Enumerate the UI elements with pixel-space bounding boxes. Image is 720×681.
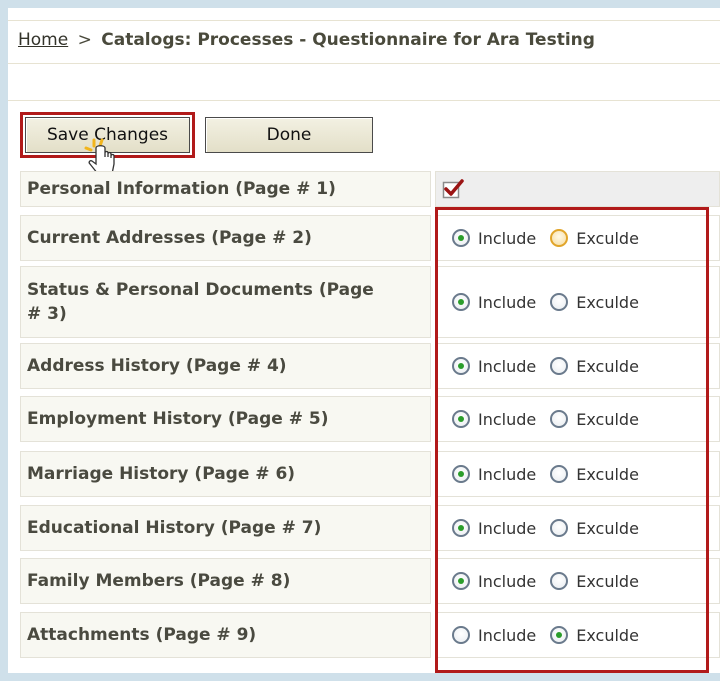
include-label: Include <box>478 356 537 376</box>
radio-exclude[interactable] <box>550 293 569 311</box>
breadcrumb-separator: > <box>77 30 92 50</box>
toolbar-divider <box>8 100 720 108</box>
include-label: Include <box>478 625 537 645</box>
row-label-educational-history: Educational History (Page # 7) <box>20 505 431 551</box>
include-label: Include <box>478 464 537 484</box>
radio-exclude[interactable] <box>550 572 569 590</box>
radio-exclude[interactable] <box>550 519 569 537</box>
breadcrumb-home-link[interactable]: Home <box>18 30 68 50</box>
row-options-personal-information <box>435 171 720 207</box>
exclude-label: Exculde <box>576 571 639 591</box>
radio-include[interactable] <box>452 519 470 537</box>
radio-exclude[interactable] <box>550 229 569 247</box>
include-label: Include <box>478 518 537 538</box>
exclude-label: Exculde <box>576 228 639 248</box>
radio-include[interactable] <box>452 229 470 247</box>
row-options-status-personal-documents: Include Exculde <box>435 266 720 338</box>
exclude-label: Exculde <box>576 464 639 484</box>
row-options-family-members: Include Exculde <box>435 558 720 604</box>
row-label-family-members: Family Members (Page # 8) <box>20 558 431 604</box>
radio-exclude[interactable] <box>550 410 569 428</box>
include-label: Include <box>478 409 537 429</box>
exclude-label: Exculde <box>576 625 639 645</box>
row-options-attachments: Include Exculde <box>435 612 720 658</box>
done-button[interactable]: Done <box>205 117 373 153</box>
row-label-marriage-history: Marriage History (Page # 6) <box>20 451 431 497</box>
row-label-status-personal-documents: Status & Personal Documents (Page # 3) <box>20 266 431 338</box>
row-options-marriage-history: Include Exculde <box>435 451 720 497</box>
exclude-label: Exculde <box>576 356 639 376</box>
row-label-attachments: Attachments (Page # 9) <box>20 612 431 658</box>
row-options-employment-history: Include Exculde <box>435 396 720 442</box>
include-label: Include <box>478 292 537 312</box>
row-options-address-history: Include Exculde <box>435 343 720 389</box>
include-label: Include <box>478 228 537 248</box>
radio-include[interactable] <box>452 293 470 311</box>
row-label-personal-information: Personal Information (Page # 1) <box>20 171 431 207</box>
exclude-label: Exculde <box>576 518 639 538</box>
radio-exclude[interactable] <box>550 626 569 644</box>
checkbox-checked-icon[interactable] <box>442 178 464 200</box>
exclude-label: Exculde <box>576 292 639 312</box>
row-label-address-history: Address History (Page # 4) <box>20 343 431 389</box>
radio-include[interactable] <box>452 357 470 375</box>
page-title: Catalogs: Processes - Questionnaire for … <box>101 30 595 50</box>
radio-exclude[interactable] <box>550 357 569 375</box>
row-options-current-addresses: Include Exculde <box>435 215 720 261</box>
exclude-label: Exculde <box>576 409 639 429</box>
row-options-educational-history: Include Exculde <box>435 505 720 551</box>
radio-include[interactable] <box>452 410 470 428</box>
radio-exclude[interactable] <box>550 465 569 483</box>
breadcrumb: Home > Catalogs: Processes - Questionnai… <box>18 30 595 50</box>
include-label: Include <box>478 571 537 591</box>
radio-include[interactable] <box>452 572 470 590</box>
radio-include[interactable] <box>452 626 470 644</box>
row-label-current-addresses: Current Addresses (Page # 2) <box>20 215 431 261</box>
row-label-employment-history: Employment History (Page # 5) <box>20 396 431 442</box>
radio-include[interactable] <box>452 465 470 483</box>
